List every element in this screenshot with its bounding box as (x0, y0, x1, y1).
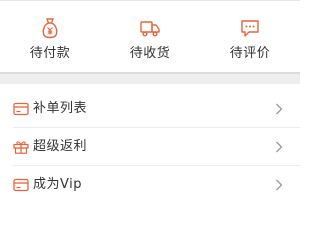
order-pending-review-label: 待评价 (229, 46, 271, 61)
menu-item-label: 补单列表 (33, 101, 88, 116)
menu-item-become-vip[interactable]: 成为Vip (0, 166, 300, 204)
profile-screen: 待付款 待收货 待评价 补单列表 超级返利 成为Vip (0, 0, 300, 200)
truck-icon (140, 21, 160, 37)
section-gap-shadow (0, 72, 300, 74)
chevron-right-icon (276, 141, 283, 153)
order-pending-payment-label: 待付款 (29, 46, 71, 61)
order-status-bar: 待付款 待收货 待评价 (0, 0, 300, 72)
order-pending-payment[interactable]: 待付款 (0, 0, 100, 72)
chevron-right-icon (276, 179, 283, 191)
order-pending-review[interactable]: 待评价 (200, 0, 300, 72)
chevron-right-icon (276, 103, 283, 115)
comment-icon (241, 20, 259, 37)
order-pending-receipt[interactable]: 待收货 (100, 0, 200, 72)
menu-item-label: 成为Vip (33, 177, 82, 192)
card-icon (13, 102, 29, 116)
money-bag-icon (42, 18, 58, 39)
menu-item-super-rebate[interactable]: 超级返利 (0, 128, 300, 166)
menu-item-supplement-orders[interactable]: 补单列表 (0, 90, 300, 128)
order-pending-receipt-label: 待收货 (129, 46, 171, 61)
gift-icon (13, 141, 29, 154)
menu-item-label: 超级返利 (33, 139, 88, 154)
card-icon (13, 178, 29, 192)
menu-list: 补单列表 超级返利 成为Vip (0, 90, 300, 204)
